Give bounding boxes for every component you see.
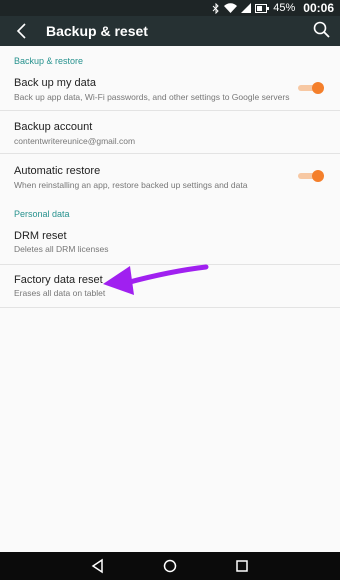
drm-reset-row[interactable]: DRM reset Deletes all DRM licenses [0, 222, 340, 264]
back-up-my-data-row[interactable]: Back up my data Back up app data, Wi-Fi … [0, 70, 340, 110]
row-title: Automatic restore [14, 165, 101, 177]
row-subtitle: When reinstalling an app, restore backed… [14, 180, 248, 190]
wifi-icon [224, 3, 238, 13]
navigation-bar [0, 552, 340, 580]
row-title: Factory data reset [14, 274, 103, 286]
row-subtitle: contentwritereunice@gmail.com [14, 136, 136, 146]
row-subtitle: Deletes all DRM licenses [14, 244, 109, 254]
section-header-personal-data: Personal data [14, 209, 70, 219]
app-bar: Backup & reset [0, 16, 340, 46]
row-subtitle: Erases all data on tablet [14, 288, 106, 298]
section-header-backup-restore: Backup & restore [14, 56, 84, 66]
nav-back-icon[interactable] [90, 558, 106, 574]
bluetooth-icon [212, 2, 219, 14]
battery-icon [255, 3, 270, 13]
automatic-restore-row[interactable]: Automatic restore When reinstalling an a… [0, 154, 340, 196]
page-title: Backup & reset [46, 23, 148, 39]
automatic-restore-toggle[interactable] [296, 170, 324, 182]
status-bar: 45% 00:06 [0, 0, 340, 16]
backup-account-row[interactable]: Backup account contentwritereunice@gmail… [0, 111, 340, 153]
row-title: DRM reset [14, 230, 67, 242]
signal-icon [241, 3, 252, 13]
back-arrow-icon[interactable] [12, 21, 32, 41]
row-subtitle: Back up app data, Wi-Fi passwords, and o… [14, 92, 290, 102]
row-title: Backup account [14, 121, 93, 133]
row-title: Back up my data [14, 77, 96, 89]
back-up-toggle[interactable] [296, 82, 324, 94]
annotation-arrow-icon [103, 264, 209, 295]
clock: 00:06 [303, 1, 334, 15]
nav-recents-icon[interactable] [234, 558, 250, 574]
search-icon[interactable] [312, 20, 332, 40]
divider [0, 307, 340, 308]
nav-home-icon[interactable] [162, 558, 178, 574]
battery-percent: 45% [273, 2, 296, 14]
